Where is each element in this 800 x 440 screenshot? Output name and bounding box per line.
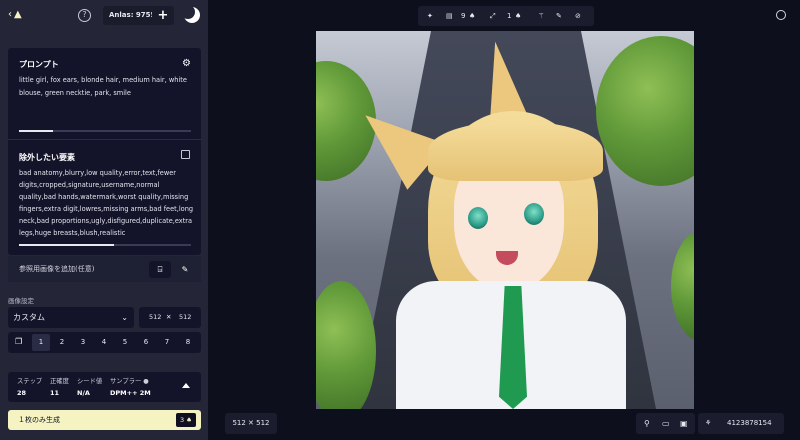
prompt-input[interactable]: little girl, fox ears, blonde hair, medi… (19, 74, 191, 101)
back-logo-button[interactable]: ‹ ▲ (8, 9, 22, 20)
image-count-option[interactable]: 6 (137, 334, 155, 351)
buy-anlas-button[interactable]: + (152, 6, 174, 25)
image-count-option[interactable]: 3 (74, 334, 92, 351)
generation-params[interactable]: ステップ 28 正確度 11 シード値 N/A サンプラー ● DPM++ 2M (8, 372, 201, 402)
divider (8, 139, 201, 140)
chevron-down-icon: ⌄ (121, 313, 128, 322)
scale-param: 正確度 11 (50, 376, 69, 397)
theme-toggle-icon[interactable] (181, 5, 200, 23)
image-count-option[interactable]: 5 (116, 334, 134, 351)
anlas-label: Anlas: 9755 (109, 11, 156, 19)
eye (468, 207, 488, 229)
prompt-progress-track (19, 130, 191, 132)
scale-label: 正確度 (50, 378, 69, 385)
edit-brush-icon[interactable]: ✎ (556, 6, 562, 26)
seed-param: シード値 N/A (77, 376, 102, 397)
variations-icon[interactable]: ▤ (446, 6, 453, 26)
generate-label: １枚のみ生成 (18, 416, 60, 424)
height-input[interactable]: 512 (179, 307, 191, 328)
bush (596, 36, 694, 186)
sampler-value: DPM++ 2M (110, 389, 151, 397)
chevron-left-icon: ‹ (8, 9, 12, 20)
upload-image-icon[interactable]: ⍈ (149, 261, 171, 278)
negative-progress-track (19, 244, 191, 246)
save-icon[interactable] (181, 150, 190, 159)
bush (671, 231, 694, 341)
seed-value: 4123878154 (727, 419, 772, 427)
left-panel: ‹ ▲ ? Anlas: 9755 ♠ + プロンプト ⚙ little gir… (0, 0, 208, 440)
steps-value: 28 (17, 389, 27, 397)
seed-value: N/A (77, 389, 90, 397)
generated-image[interactable] (316, 31, 694, 409)
anlas-coin-icon: ♠ (469, 12, 476, 20)
negative-prompt-title: 除外したい要素 (19, 153, 75, 162)
image-count-option[interactable]: 2 (53, 334, 71, 351)
generate-button[interactable]: １枚のみ生成 3 ♠ (8, 410, 201, 430)
negative-progress-fill (19, 244, 114, 246)
anlas-coin-icon: ♠ (186, 416, 192, 424)
pin-icon[interactable]: ⚲ (644, 413, 650, 434)
prompt-panel: プロンプト ⚙ little girl, fox ears, blonde ha… (8, 48, 201, 255)
save-icon[interactable]: ▣ (680, 413, 688, 434)
preset-value: カスタム (13, 313, 45, 322)
upscale-icon[interactable]: ⤢ (490, 6, 496, 26)
inpaint-icon[interactable]: ⊘ (575, 6, 581, 26)
help-icon[interactable]: ? (78, 9, 91, 22)
scale-value: 11 (50, 389, 60, 397)
hair-bangs (428, 121, 603, 181)
prompt-title: プロンプト (19, 60, 59, 69)
mouth (496, 251, 518, 265)
sampler-label: サンプラー ● (110, 378, 149, 385)
variations-count: 9 (461, 12, 466, 20)
image-count-selector: ❐ 12345678 (8, 332, 201, 353)
image-count-option[interactable]: 4 (95, 334, 113, 351)
sampler-param: サンプラー ● DPM++ 2M (110, 376, 151, 397)
bush (316, 281, 376, 409)
dimensions-field: 512 ✕ 512 (139, 307, 201, 328)
image-actions: ⚲ ▭ ▣ (636, 413, 695, 434)
times-icon: ✕ (166, 313, 172, 321)
image-count-option[interactable]: 1 (32, 334, 50, 351)
anlas-coin-icon: ♠ (515, 12, 522, 20)
seed-display[interactable]: ⚘ 4123878154 (698, 413, 784, 434)
clipboard-icon[interactable]: ▭ (662, 413, 670, 434)
steps-label: ステップ (17, 378, 43, 385)
seed-icon: ⚘ (705, 419, 712, 427)
negative-prompt-input[interactable]: bad anatomy,blurry,low quality,error,tex… (19, 167, 197, 240)
collapse-caret-icon[interactable] (182, 383, 190, 388)
steps-param: ステップ 28 (17, 376, 42, 397)
paint-brush-icon[interactable]: ✎ (174, 261, 196, 278)
add-reference-image[interactable]: 参照用画像を追加(任意) ⍈ ✎ (8, 256, 201, 282)
resolution-preset-select[interactable]: カスタム ⌄ (8, 307, 134, 328)
image-size-label: 512 ✕ 512 (225, 413, 277, 434)
image-count-option[interactable]: 7 (158, 334, 176, 351)
upscale-count: 1 (507, 12, 512, 20)
add-reference-label: 参照用画像を追加(任意) (19, 265, 95, 273)
eye (524, 203, 544, 225)
generate-cost-badge: 3 ♠ (175, 413, 196, 427)
width-input[interactable]: 512 (149, 307, 161, 328)
top-bar: ‹ ▲ ? Anlas: 9755 ♠ + (0, 0, 208, 32)
image-count-option[interactable]: 8 (179, 334, 197, 351)
image-toolbar: ✦ ▤ 9 ♠ ⤢ 1 ♠ ⚚ ✎ ⊘ (418, 6, 594, 26)
images-stack-icon: ❐ (15, 337, 23, 346)
prompt-progress-fill (19, 130, 54, 132)
generate-cost: 3 (179, 416, 185, 424)
history-icon[interactable] (776, 10, 786, 20)
enhance-sparkle-icon[interactable]: ✦ (427, 6, 433, 26)
gear-icon[interactable]: ⚙ (182, 58, 191, 69)
magic-wand-icon[interactable]: ⚚ (538, 6, 544, 26)
seed-label: シード値 (77, 378, 103, 385)
image-settings-label: 画像設定 (8, 297, 34, 305)
logo-icon: ▲ (14, 9, 22, 20)
